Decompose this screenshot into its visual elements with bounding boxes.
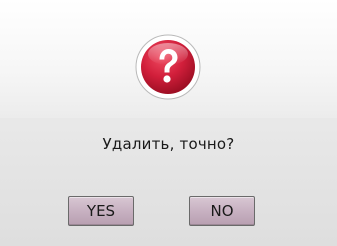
question-icon (134, 33, 202, 101)
confirm-dialog: Удалить, точно? YES NO (0, 0, 337, 246)
yes-button[interactable]: YES (68, 196, 134, 226)
dialog-message: Удалить, точно? (102, 135, 235, 153)
no-button[interactable]: NO (189, 196, 255, 226)
dialog-icon-area (0, 0, 337, 118)
